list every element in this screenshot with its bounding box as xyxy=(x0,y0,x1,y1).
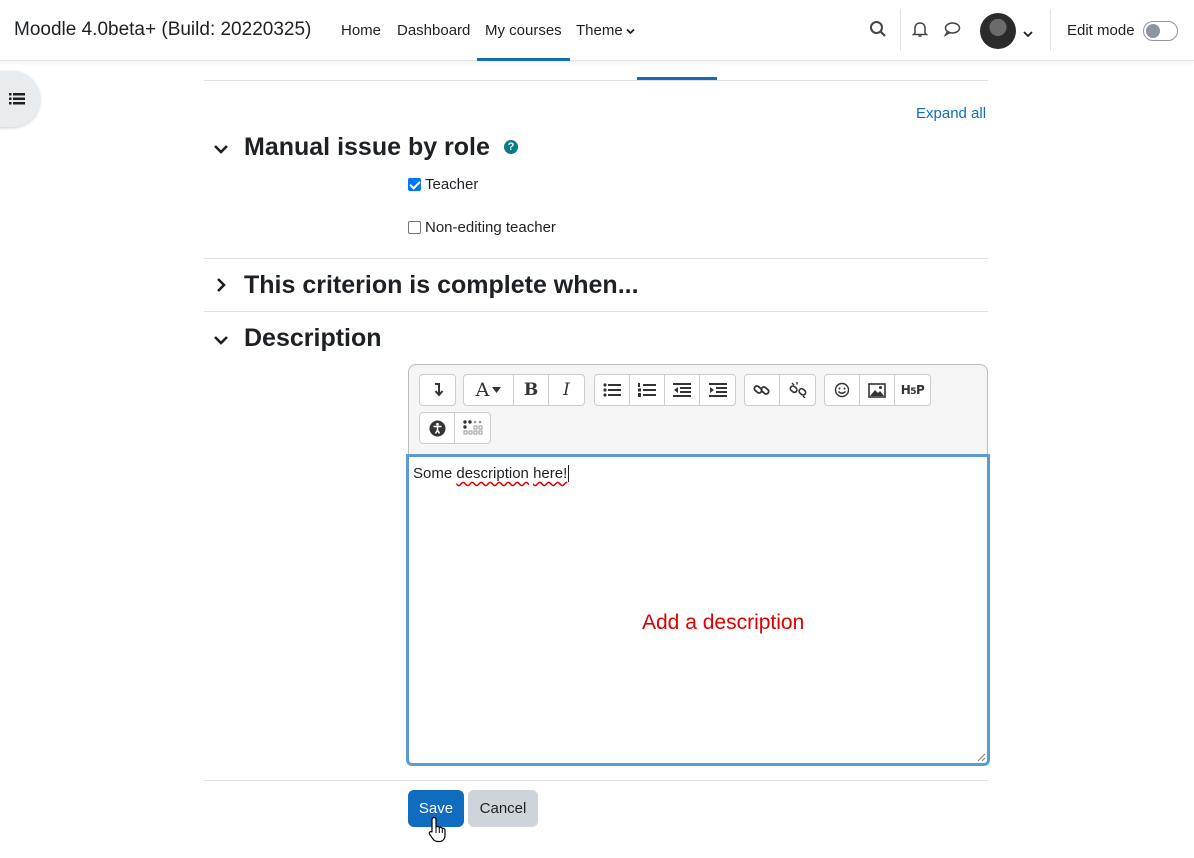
section-title-manual-issue[interactable]: Manual issue by role xyxy=(244,133,490,162)
section-expanded-chevron-icon[interactable] xyxy=(212,331,230,349)
toolbar-group-collapse xyxy=(419,374,456,406)
site-brand[interactable]: Moodle 4.0beta+ (Build: 20220325) xyxy=(14,19,311,41)
editor-toolbar: A B I H5P xyxy=(408,364,988,456)
navbar-divider xyxy=(1050,9,1051,51)
section-title-description[interactable]: Description xyxy=(244,324,382,353)
annotation-label: Add a description xyxy=(642,611,805,634)
bold-icon[interactable]: B xyxy=(514,375,549,405)
italic-icon[interactable]: I xyxy=(549,375,584,405)
role-teacher-label[interactable]: Teacher xyxy=(425,176,478,193)
section-title-criterion-complete[interactable]: This criterion is complete when... xyxy=(244,271,639,300)
nav-my-courses[interactable]: My courses xyxy=(477,22,570,61)
expand-all-link[interactable]: Expand all xyxy=(916,105,986,122)
toolbar-group-accessibility xyxy=(419,412,491,444)
nav-dashboard[interactable]: Dashboard xyxy=(397,22,470,61)
toolbar-group-links xyxy=(744,374,816,406)
resize-handle-icon[interactable] xyxy=(976,752,986,762)
toggle-knob xyxy=(1146,24,1160,38)
role-teacher-row: Teacher xyxy=(408,176,478,193)
unordered-list-icon[interactable] xyxy=(595,375,630,405)
paragraph-styles-icon[interactable]: A xyxy=(464,375,514,405)
role-teacher-checkbox[interactable] xyxy=(408,178,421,191)
nav-theme[interactable]: Theme xyxy=(576,22,635,61)
link-icon[interactable] xyxy=(745,375,780,405)
indent-icon[interactable] xyxy=(700,375,735,405)
role-non-editing-teacher-label[interactable]: Non-editing teacher xyxy=(425,219,556,236)
secondary-nav-active-indicator xyxy=(637,77,717,80)
show-more-buttons-icon[interactable] xyxy=(420,375,455,405)
secondary-nav-border xyxy=(204,80,988,81)
cancel-button[interactable]: Cancel xyxy=(468,790,538,827)
course-index-drawer-button[interactable] xyxy=(0,71,40,127)
h5p-icon[interactable]: H5P xyxy=(895,375,930,405)
navbar-divider xyxy=(900,9,901,51)
edit-mode-toggle[interactable] xyxy=(1143,21,1178,41)
emoji-icon[interactable] xyxy=(825,375,860,405)
image-icon[interactable] xyxy=(860,375,895,405)
user-avatar[interactable] xyxy=(980,13,1016,49)
editor-content: Some description here! xyxy=(413,465,570,482)
toolbar-group-style: A B I xyxy=(463,374,585,406)
unlink-icon[interactable] xyxy=(780,375,815,405)
editor-word-misspelled: here! xyxy=(533,465,568,482)
text-caret xyxy=(568,465,570,482)
top-navbar: Moodle 4.0beta+ (Build: 20220325) Home D… xyxy=(0,0,1194,61)
editor-word: Some xyxy=(413,465,453,482)
toolbar-group-media: H5P xyxy=(824,374,931,406)
help-icon[interactable]: ? xyxy=(504,140,518,154)
section-divider xyxy=(204,258,988,259)
role-non-editing-teacher-checkbox[interactable] xyxy=(408,221,421,234)
chat-icon[interactable] xyxy=(943,20,963,40)
outdent-icon[interactable] xyxy=(665,375,700,405)
nav-theme-label: Theme xyxy=(576,22,623,39)
search-icon[interactable] xyxy=(869,20,889,40)
nav-home[interactable]: Home xyxy=(341,22,381,61)
bell-icon[interactable] xyxy=(911,20,931,40)
chevron-down-icon xyxy=(626,22,635,39)
user-menu-chevron-down-icon[interactable] xyxy=(1023,25,1043,45)
toolbar-group-lists xyxy=(594,374,736,406)
ordered-list-icon[interactable] xyxy=(630,375,665,405)
nav-my-courses-label: My courses xyxy=(485,22,562,39)
accessibility-checker-icon[interactable] xyxy=(420,413,455,443)
list-icon xyxy=(9,93,25,105)
section-expanded-chevron-icon[interactable] xyxy=(212,140,230,158)
role-non-editing-teacher-row: Non-editing teacher xyxy=(408,219,556,236)
screenreader-helper-icon[interactable] xyxy=(455,413,490,443)
pointer-cursor-icon xyxy=(428,816,446,843)
edit-mode-label: Edit mode xyxy=(1067,22,1135,39)
editor-word-misspelled: description xyxy=(456,465,529,482)
form-footer-divider xyxy=(204,780,988,781)
description-editor[interactable]: Some description here! xyxy=(406,454,990,766)
section-divider xyxy=(204,311,988,312)
section-collapsed-chevron-icon[interactable] xyxy=(212,276,230,294)
